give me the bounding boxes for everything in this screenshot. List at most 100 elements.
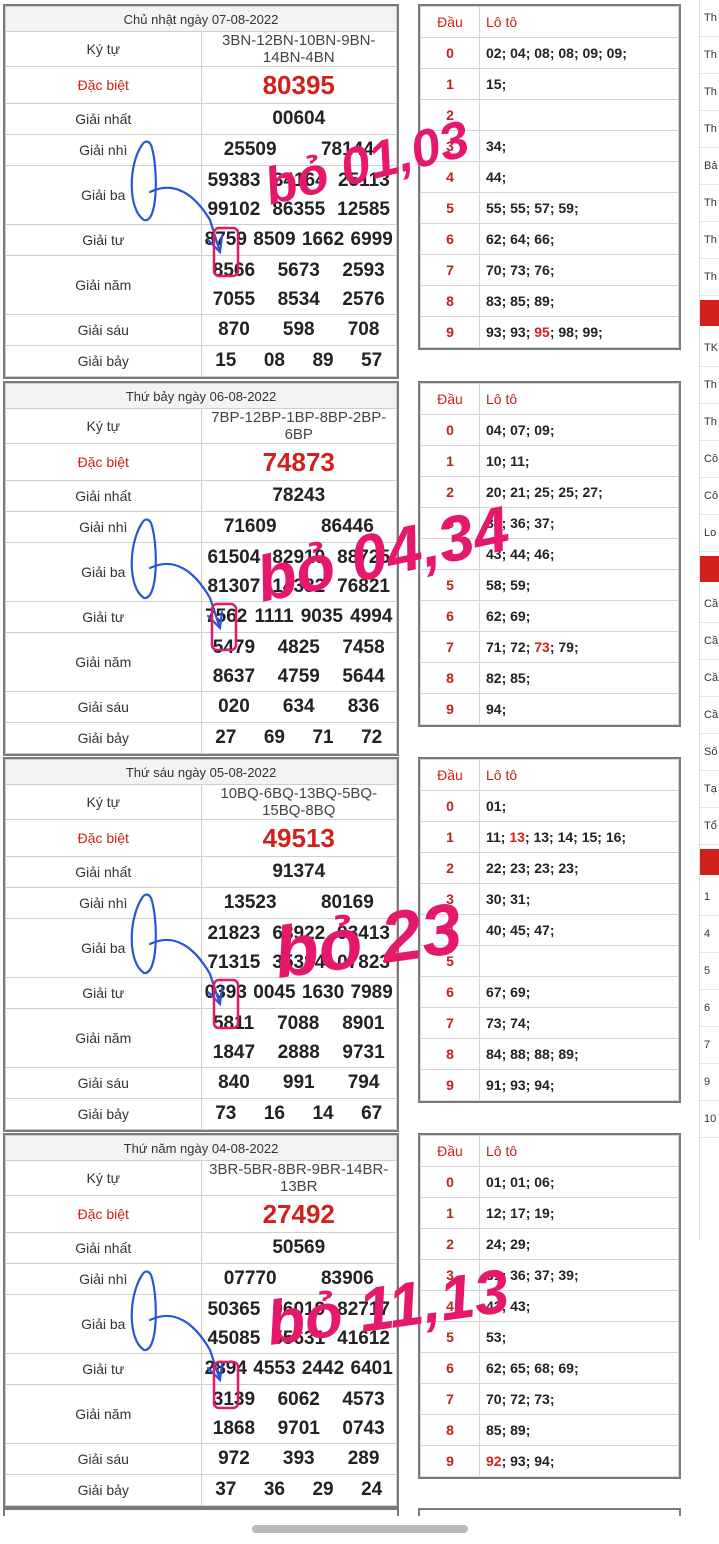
label-bay: Giải bảy bbox=[5, 722, 202, 754]
loto-row: 3 34; 36; 37; bbox=[420, 507, 679, 539]
label-ky-tu: Ký tự bbox=[5, 408, 202, 444]
loto-head-dau: Đầu bbox=[420, 383, 480, 415]
sidebar-item[interactable]: Th bbox=[700, 111, 719, 148]
result-table: Thứ sáu ngày 05-08-2022 Ký tự 10BQ-6BQ-13B… bbox=[3, 757, 399, 1132]
ky-tu-value: 3BR-5BR-8BR-9BR-14BR-13BR bbox=[200, 1160, 397, 1196]
prize-number: 1868 bbox=[212, 1417, 256, 1439]
prize-number: 82910 bbox=[272, 546, 326, 568]
sidebar-item[interactable]: Th bbox=[700, 74, 719, 111]
sidebar-item[interactable]: 6 bbox=[700, 990, 719, 1027]
prize-number: 37 bbox=[215, 1479, 237, 1500]
sidebar-item[interactable]: Th lot bbox=[700, 37, 719, 74]
sidebar-item[interactable]: Th bbox=[700, 222, 719, 259]
prize-number: 0743 bbox=[342, 1417, 385, 1439]
loto-head-digit: 9 bbox=[420, 316, 480, 348]
sidebar-item[interactable]: Cầ bbox=[700, 660, 719, 697]
prize-number: 7088 bbox=[277, 1012, 320, 1034]
loto-head-digit: 1 bbox=[420, 68, 480, 100]
loto-values: 34; 36; 37; bbox=[479, 507, 679, 539]
prize-number: 8566 bbox=[212, 259, 256, 281]
loto-row: 9 94; bbox=[420, 693, 679, 725]
loto-head-digit: 9 bbox=[420, 1069, 480, 1101]
loto-values: 70; 72; 73; bbox=[479, 1383, 679, 1415]
prize-number: 1662 bbox=[301, 229, 345, 250]
loto-head-digit: 3 bbox=[420, 1259, 480, 1291]
sidebar-item[interactable]: Th bbox=[700, 0, 719, 37]
prize-number: 25509 bbox=[223, 139, 277, 160]
loto-row: 3 30; 31; bbox=[420, 883, 679, 915]
loto-row: 0 04; 07; 09; bbox=[420, 414, 679, 446]
sidebar-item[interactable]: 10 bbox=[700, 1101, 719, 1138]
loto-head-digit: 0 bbox=[420, 1166, 480, 1198]
loto-values: 84; 88; 88; 89; bbox=[479, 1038, 679, 1070]
loto-values: 22; 23; 23; 23; bbox=[479, 852, 679, 884]
sidebar-item[interactable]: Tạ bbox=[700, 771, 719, 808]
sidebar-item[interactable]: Tổ bbox=[700, 808, 719, 845]
loto-values: 02; 04; 08; 08; 09; 09; bbox=[479, 37, 679, 69]
sidebar-section-header bbox=[700, 300, 719, 326]
sidebar-item[interactable]: 4 bbox=[700, 916, 719, 953]
sidebar-item[interactable]: Cô VII bbox=[700, 478, 719, 515]
loto-head-digit: 3 bbox=[420, 883, 480, 915]
loto-values bbox=[479, 99, 679, 131]
sidebar-item[interactable]: Th bbox=[700, 404, 719, 441]
prize-number: 836 bbox=[347, 696, 380, 717]
sidebar-item[interactable]: Cô bbox=[700, 441, 719, 478]
loto-head-digit: 5 bbox=[420, 1321, 480, 1353]
prize-number: 76821 bbox=[337, 575, 390, 597]
home-indicator[interactable] bbox=[252, 1525, 468, 1533]
sidebar-item[interactable]: Cầ bbox=[700, 623, 719, 660]
loto-values bbox=[479, 945, 679, 977]
loto-head-digit: 6 bbox=[420, 223, 480, 255]
sidebar-item[interactable]: 7 bbox=[700, 1027, 719, 1064]
loto-values: 62; 69; bbox=[479, 600, 679, 632]
sidebar-item[interactable]: 5 bbox=[700, 953, 719, 990]
loto-values: 10; 11; bbox=[479, 445, 679, 477]
ky-tu-value: 7BP-12BP-1BP-8BP-2BP-6BP bbox=[200, 408, 397, 444]
loto-row: 2 bbox=[420, 99, 679, 131]
prize-number: 06019 bbox=[272, 1298, 326, 1320]
loto-row: 3 34; bbox=[420, 130, 679, 162]
prize-number: 29 bbox=[312, 1479, 334, 1500]
sidebar-item[interactable]: 9 bbox=[700, 1064, 719, 1101]
prize-number: 4573 bbox=[342, 1388, 385, 1410]
prize-number: 24 bbox=[361, 1479, 383, 1500]
sidebar-item[interactable]: Th bbox=[700, 367, 719, 404]
loto-head-digit: 0 bbox=[420, 37, 480, 69]
prize-number: 289 bbox=[347, 1448, 380, 1469]
loto-highlight: 13 bbox=[509, 829, 525, 845]
loto-head-digit: 1 bbox=[420, 1197, 480, 1229]
sidebar-item[interactable]: Số bbox=[700, 734, 719, 771]
prize-number: 55631 bbox=[272, 1327, 326, 1349]
sidebar-item[interactable]: Cầ bbox=[700, 586, 719, 623]
label-nam: Giải năm bbox=[5, 1384, 202, 1444]
prize-number: 5644 bbox=[342, 665, 385, 687]
loto-row: 7 70; 73; 76; bbox=[420, 254, 679, 286]
label-nhi: Giải nhì bbox=[5, 887, 202, 919]
label-nhat: Giải nhất bbox=[5, 1232, 202, 1264]
prize-number: 73 bbox=[215, 1103, 237, 1124]
label-sau: Giải sáu bbox=[5, 314, 202, 346]
prize-number: 0045 bbox=[253, 982, 296, 1003]
loto-row: 4 42; 43; bbox=[420, 1290, 679, 1322]
sidebar-item[interactable]: Th the bbox=[700, 185, 719, 222]
sidebar-item[interactable]: Lo bbox=[700, 515, 719, 552]
prize-number: 4825 bbox=[277, 636, 320, 658]
prize-number: 3139 bbox=[212, 1388, 256, 1410]
loto-head-digit: 0 bbox=[420, 414, 480, 446]
loto-values: 53; bbox=[479, 1321, 679, 1353]
sidebar-item[interactable]: TK bbox=[700, 330, 719, 367]
prize-number: 86446 bbox=[320, 516, 374, 537]
draw-date: Thứ bảy ngày 06-08-2022 bbox=[5, 383, 397, 409]
prize-number: 88725 bbox=[337, 546, 390, 568]
sidebar-item[interactable]: Cầ bbox=[700, 697, 719, 734]
prize-number: 708 bbox=[347, 319, 380, 340]
prize-number: 82717 bbox=[337, 1298, 390, 1320]
sidebar-item[interactable]: Bả bbox=[700, 148, 719, 185]
sidebar-item[interactable]: Th bbox=[700, 259, 719, 296]
prize-number: 99102 bbox=[207, 198, 261, 220]
loto-row: 9 92; 93; 94; bbox=[420, 1445, 679, 1477]
sidebar-item[interactable]: 1 bbox=[700, 879, 719, 916]
loto-values: 91; 93; 94; bbox=[479, 1069, 679, 1101]
prize-number: 14382 bbox=[272, 575, 326, 597]
